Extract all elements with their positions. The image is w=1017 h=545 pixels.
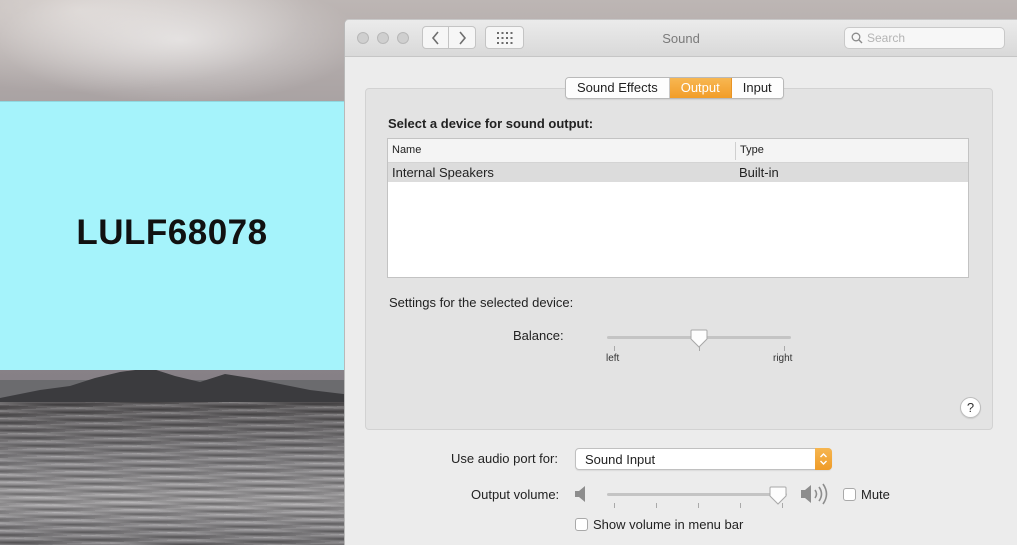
column-header-name[interactable]: Name <box>392 144 421 156</box>
select-stepper[interactable] <box>815 448 832 470</box>
speaker-low-icon <box>575 486 585 502</box>
tab-sound-effects[interactable]: Sound Effects <box>566 78 670 98</box>
table-header: Name Type <box>388 139 968 163</box>
help-button[interactable]: ? <box>960 397 981 418</box>
volume-tick <box>698 503 699 508</box>
label-panel: LULF68078 <box>0 101 344 370</box>
device-name: Internal Speakers <box>392 165 494 180</box>
search-field[interactable] <box>844 27 1005 49</box>
audio-port-value: Sound Input <box>585 452 656 467</box>
column-header-type[interactable]: Type <box>740 144 764 156</box>
tab-input[interactable]: Input <box>731 78 783 98</box>
balance-label: Balance: <box>513 328 564 343</box>
audio-port-label: Use audio port for: <box>451 451 558 466</box>
volume-tick <box>656 503 657 508</box>
chevron-updown-icon <box>820 453 827 465</box>
column-divider <box>735 142 736 160</box>
table-row[interactable]: Internal Speakers Built-in <box>388 163 968 182</box>
balance-right-label: right <box>773 353 793 364</box>
volume-slider-track[interactable] <box>607 493 787 496</box>
search-icon <box>851 32 863 44</box>
output-volume-label: Output volume: <box>471 487 560 502</box>
search-input[interactable] <box>867 30 999 46</box>
device-table[interactable]: Name Type Internal Speakers Built-in <box>387 138 969 278</box>
balance-left-label: left <box>606 353 620 364</box>
volume-slider-thumb[interactable] <box>769 486 787 505</box>
sound-preferences-window: Sound Sound Effects Output Input Select … <box>344 19 1017 545</box>
title-bar: Sound <box>345 20 1017 57</box>
device-type: Built-in <box>739 165 779 180</box>
help-icon: ? <box>966 400 975 415</box>
mute-checkbox[interactable] <box>843 488 856 501</box>
show-volume-label: Show volume in menu bar <box>593 517 744 532</box>
tab-output[interactable]: Output <box>669 78 732 98</box>
settings-heading: Settings for the selected device: <box>389 295 574 310</box>
show-volume-checkbox[interactable] <box>575 518 588 531</box>
label-code: LULF68078 <box>76 213 268 252</box>
volume-tick <box>614 503 615 508</box>
audio-port-select[interactable]: Sound Input <box>575 448 832 470</box>
balance-tick <box>614 346 615 351</box>
volume-tick <box>740 503 741 508</box>
balance-tick <box>784 346 785 351</box>
balance-slider-thumb[interactable] <box>690 329 708 348</box>
sound-tabs: Sound Effects Output Input <box>565 77 784 99</box>
mute-label: Mute <box>861 487 890 502</box>
device-list-heading: Select a device for sound output: <box>388 116 594 131</box>
speaker-high-icon <box>801 483 828 505</box>
